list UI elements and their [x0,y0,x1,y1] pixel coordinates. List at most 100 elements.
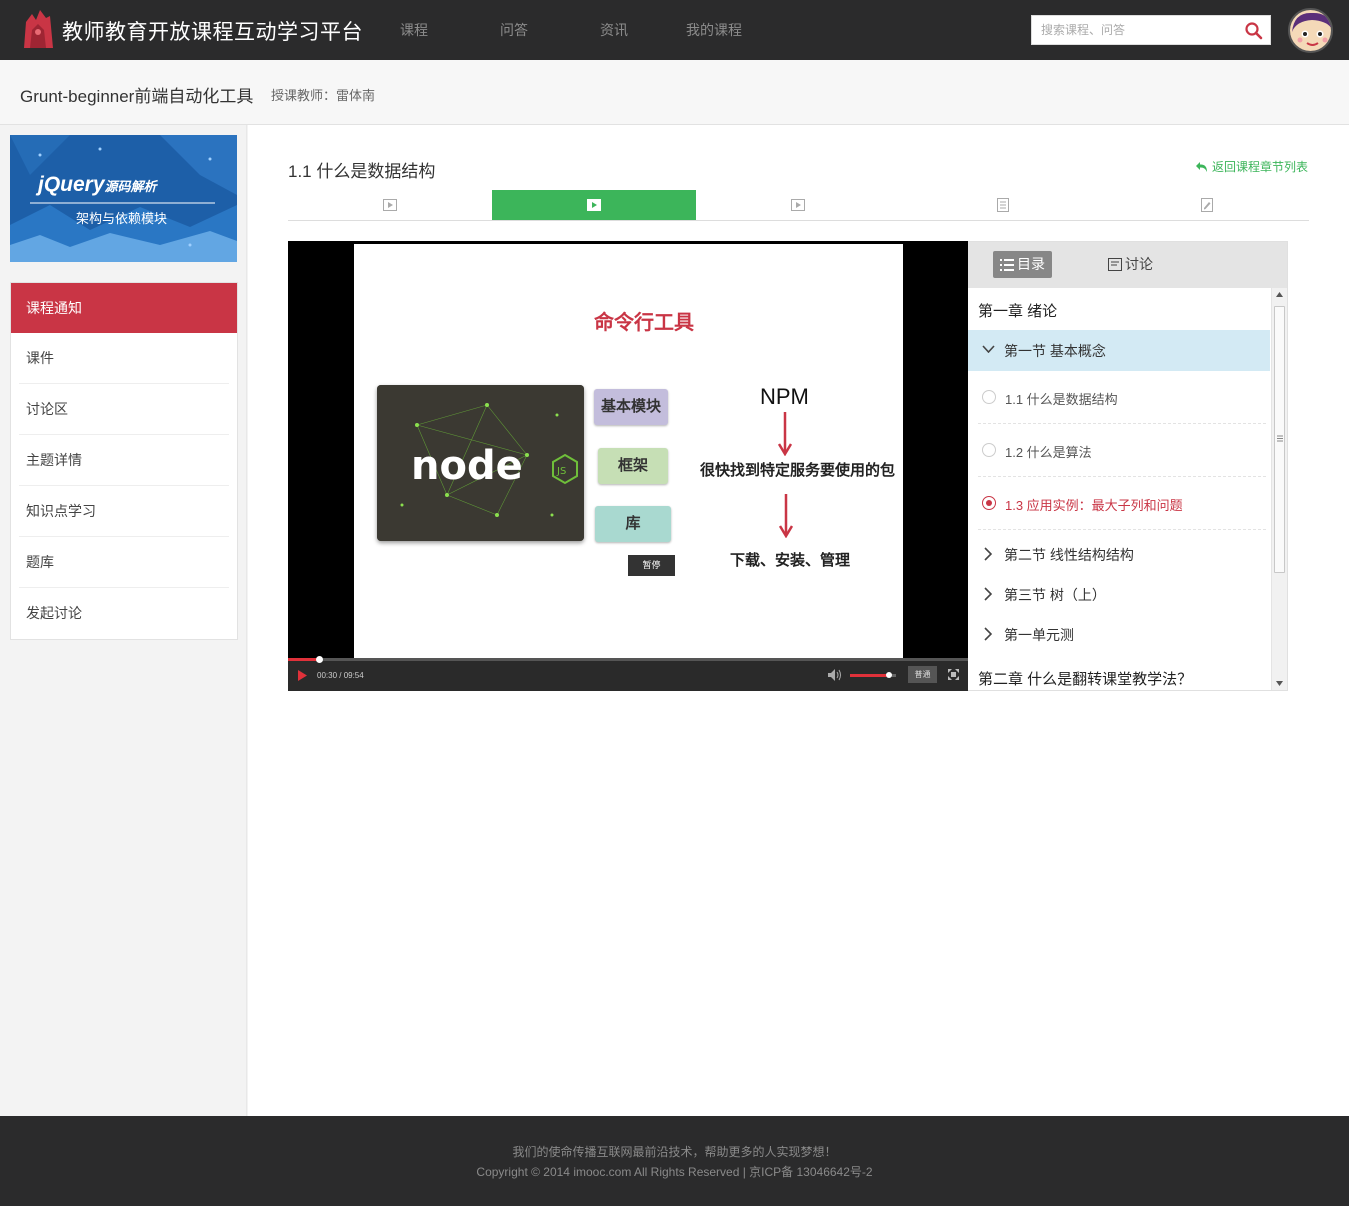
chevron-right-icon [984,547,992,561]
section-linear-structure[interactable]: 第二节 线性结构结构 [968,545,1270,567]
lesson-title: 1.1 什么是数据结构 [288,162,436,181]
catalog-list: 第一章 绪论 第一节 基本概念 1.1 什么是数据结构 1.2 什么是算法 1.… [968,288,1270,690]
banner-tagline: 源码解析 [104,179,157,194]
lesson-status-radio [982,443,996,457]
down-arrow-icon [779,494,793,538]
sidebar-item-courseware[interactable]: 课件 [11,333,237,384]
grip-icon [1277,435,1283,442]
slide-title: 命令行工具 [594,312,694,334]
lesson-status-radio [982,390,996,404]
play-icon[interactable] [298,670,307,681]
lesson-1-1-label: 1.1 什么是数据结构 [1005,392,1118,407]
tab-catalog[interactable]: 目录 [993,251,1052,278]
section-tree-label: 第三节 树（上） [1004,587,1106,603]
section-linear-structure-label: 第二节 线性结构结构 [1004,547,1134,563]
volume-fill [850,674,890,677]
chevron-right-icon [984,587,992,601]
sidebar-item-question-bank[interactable]: 题库 [11,537,237,588]
catalog-scrollbar[interactable] [1271,288,1287,690]
lesson-1-3-label: 1.3 应用实例：最大子列和问题 [1005,498,1183,513]
video-icon [587,199,602,211]
scroll-down-icon[interactable] [1276,681,1283,686]
banner-logo: jQuery源码解析 [38,173,157,197]
tab-discussion[interactable]: 讨论 [1101,251,1160,278]
nav-courses[interactable]: 课程 [400,20,428,40]
lesson-1-1[interactable]: 1.1 什么是数据结构 [968,371,1270,424]
tab-video-1[interactable] [288,190,492,220]
sidebar-item-notice[interactable]: 课程通知 [11,283,237,333]
tab-exercise[interactable] [1105,190,1309,220]
tab-video-3[interactable] [696,190,900,220]
edit-icon [1200,198,1213,212]
lesson-1-3[interactable]: 1.3 应用实例：最大子列和问题 [968,477,1270,530]
fullscreen-icon[interactable] [948,669,959,680]
slide-box-libraries: 库 [595,506,671,542]
volume-handle[interactable] [886,672,893,678]
banner-subtitle: 架构与依赖模块 [76,211,168,226]
panel-tabs: 目录 讨论 [968,242,1287,288]
svg-text:node: node [411,443,523,489]
footer-copyright: Copyright © 2014 imooc.com All Rights Re… [476,1165,873,1179]
down-arrow-icon [778,412,792,456]
scroll-up-icon[interactable] [1276,292,1283,297]
section-unit-test[interactable]: 第一单元测 [968,625,1270,647]
course-teacher: 授课教师：雷体南 [271,88,376,103]
nav-news[interactable]: 资讯 [600,20,628,40]
volume-icon[interactable] [828,669,842,681]
chapter-2-title[interactable]: 第二章 什么是翻转课堂教学法？ [978,668,1192,689]
progress-handle[interactable] [315,656,323,663]
lesson-1-2[interactable]: 1.2 什么是算法 [968,424,1270,477]
slide-npm: NPM [760,384,809,409]
section-basic-concepts-label: 第一节 基本概念 [1004,343,1106,359]
site-logo[interactable] [20,8,56,50]
sidebar-item-start-discussion[interactable]: 发起讨论 [11,588,237,639]
sidebar-item-forum[interactable]: 讨论区 [11,384,237,435]
return-arrow-icon [1196,162,1207,172]
nav-qa[interactable]: 问答 [500,20,528,40]
section-basic-concepts[interactable]: 第一节 基本概念 [968,330,1270,371]
slide-box-frameworks: 框架 [598,448,668,484]
section-tree[interactable]: 第三节 树（上） [968,585,1270,607]
back-link-label: 返回课程章节列表 [1212,160,1309,174]
slide-text-find-package: 很快找到特定服务要使用的包 [700,462,896,479]
lesson-status-radio-current [982,496,996,510]
nav-my-courses[interactable]: 我的课程 [686,20,742,40]
footer-mission: 我们的使命传播互联网最前沿技术，帮助更多的人实现梦想！ [512,1145,837,1159]
chevron-down-icon [982,345,995,353]
course-name: Grunt-beginner前端自动化工具 [20,87,254,106]
volume-slider[interactable] [850,672,896,678]
catalog-panel: 目录 讨论 第一章 绪论 第一节 基本概念 1.1 什么是数据结构 1.2 什么… [968,241,1288,691]
banner-logo-text: jQuery [38,173,105,196]
chapter-1-title[interactable]: 第一章 绪论 [978,300,1057,321]
slide-box-basic-modules: 基本模块 [594,389,668,425]
back-to-chapters-link[interactable]: 返回课程章节列表 [1195,158,1308,175]
course-header: Grunt-beginner前端自动化工具 授课教师：雷体南 [0,60,1349,125]
player-controls: 00:30 / 09:54 普通 [288,656,968,691]
tab-discussion-label: 讨论 [1125,256,1153,272]
progress-fill [288,658,319,661]
comment-icon [1108,258,1122,271]
course-banner[interactable]: jQuery源码解析 架构与依赖模块 [10,135,237,262]
user-avatar[interactable] [1288,8,1333,53]
site-title[interactable]: 教师教育开放课程互动学习平台 [62,16,363,46]
list-icon [1000,259,1014,271]
video-player[interactable]: 命令行工具 node JS 基本模块 框架 库 NPM 很快找到特定服务要使用的… [288,241,968,691]
scrollbar-thumb[interactable] [1274,306,1285,573]
tab-video-2[interactable] [492,190,697,220]
document-icon [996,198,1009,212]
search-input[interactable] [1032,16,1232,44]
section-unit-test-label: 第一单元测 [1004,627,1074,643]
search-box [1031,15,1271,45]
video-frame: 命令行工具 node JS 基本模块 框架 库 NPM 很快找到特定服务要使用的… [354,244,903,658]
nodejs-logo-image: node JS [377,385,584,541]
slide-text-install: 下载、安装、管理 [730,552,851,569]
sidebar-item-knowledge[interactable]: 知识点学习 [11,486,237,537]
tab-document[interactable] [901,190,1105,220]
sidebar-item-topic-detail[interactable]: 主题详情 [11,435,237,486]
progress-bar[interactable] [288,656,968,663]
lesson-1-2-label: 1.2 什么是算法 [1005,445,1092,460]
search-icon[interactable] [1244,21,1264,41]
chevron-right-icon [984,627,992,641]
time-display: 00:30 / 09:54 [317,671,364,680]
quality-button[interactable]: 普通 [908,666,937,683]
